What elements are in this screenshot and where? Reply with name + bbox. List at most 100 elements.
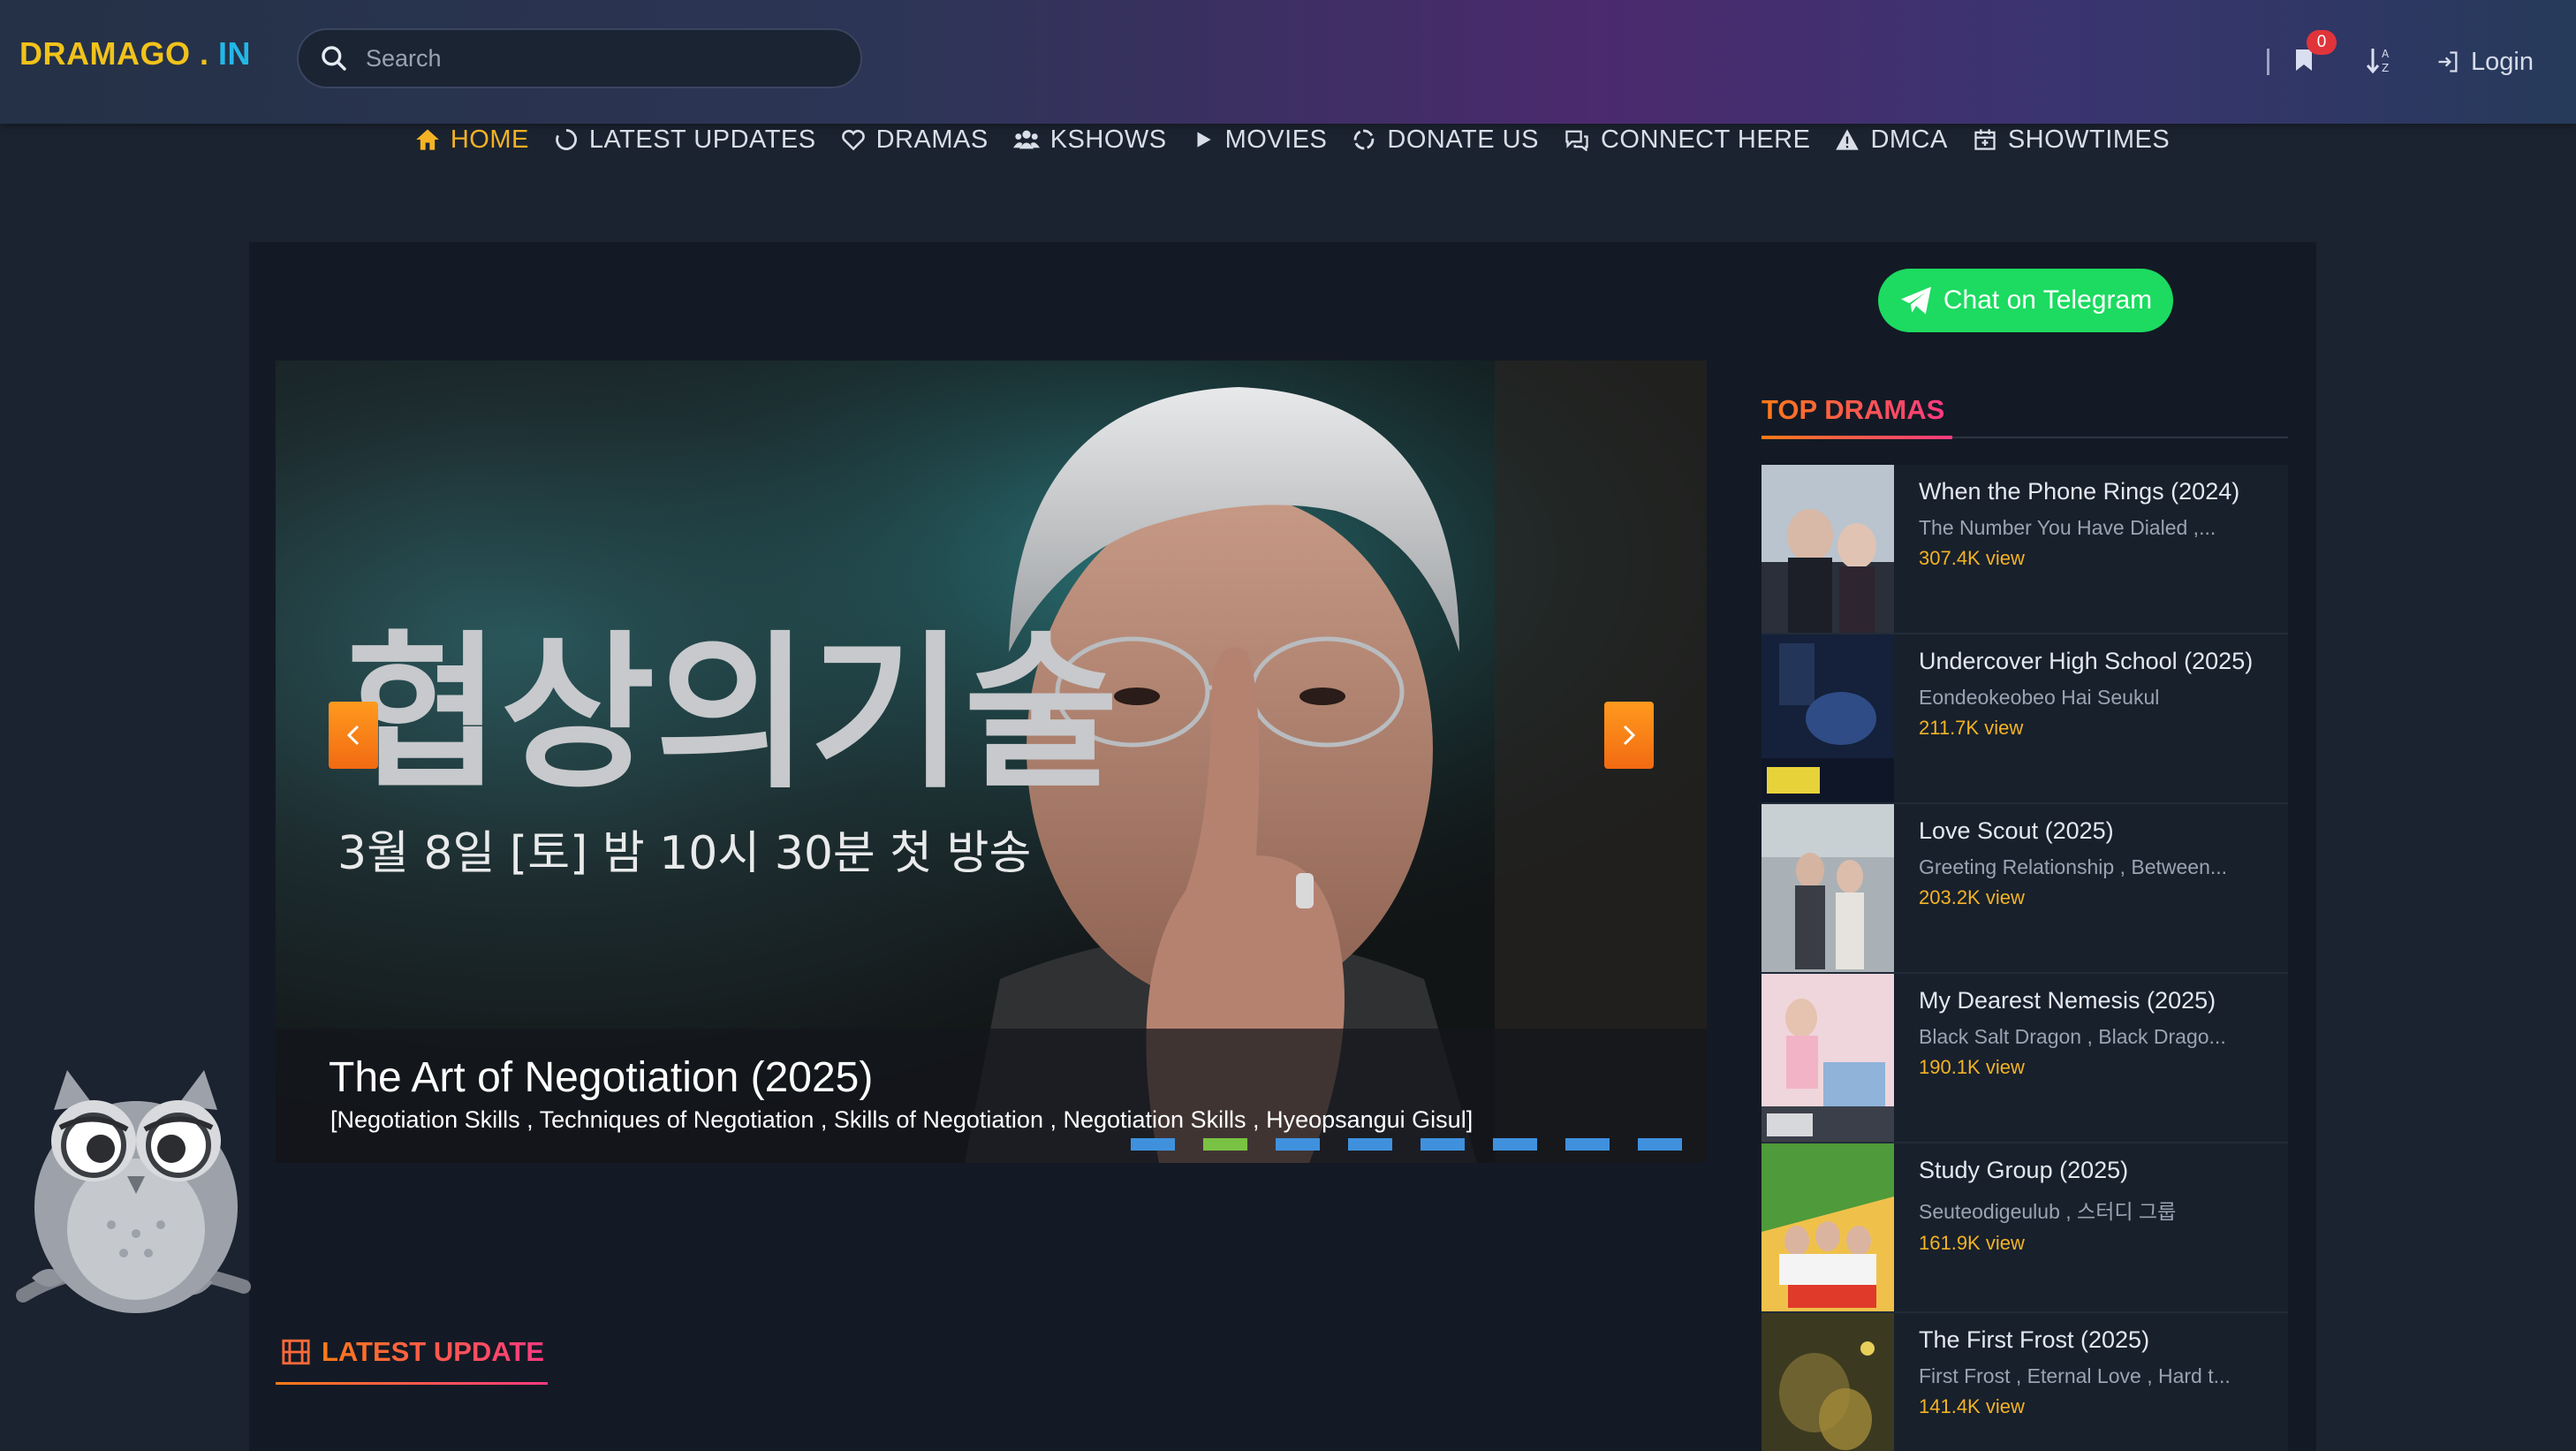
bookmark-button[interactable]: 0: [2294, 29, 2337, 77]
drama-title[interactable]: When the Phone Rings (2024): [1919, 474, 2272, 509]
poster-title-ko: 협상의기술: [346, 616, 1118, 811]
owl-mascot-image: [16, 1070, 251, 1313]
drama-view-count: 211.7K view: [1919, 717, 2024, 739]
search-input[interactable]: [366, 44, 860, 72]
header-divider: [2267, 49, 2270, 75]
top-drama-item[interactable]: Love Scout (2025) Greeting Relationship …: [1762, 804, 2288, 974]
featured-slider[interactable]: 협상의기술 3월 8일 [토] 밤 10시 30분 첫 방송 The Art o…: [276, 361, 1707, 1163]
nav-connect-here[interactable]: CONNECT HERE: [1564, 125, 1811, 155]
top-drama-item[interactable]: My Dearest Nemesis (2025) Black Salt Dra…: [1762, 974, 2288, 1143]
search-bar[interactable]: [297, 28, 862, 88]
latest-update-underline: [276, 1382, 548, 1385]
comments-icon: [1565, 130, 1588, 151]
heart-icon: [841, 129, 865, 151]
slide-title[interactable]: The Art of Negotiation (2025): [329, 1053, 873, 1102]
drama-poster-thumbnail[interactable]: [1762, 974, 1894, 1142]
top-dramas-underline: [1762, 436, 1952, 439]
nav-dmca[interactable]: DMCA: [1835, 125, 1947, 155]
drama-info: Love Scout (2025) Greeting Relationship …: [1919, 813, 2272, 909]
nav-showtimes[interactable]: SHOWTIMES: [1973, 125, 2170, 155]
slider-prev-button[interactable]: [329, 702, 378, 769]
drama-alt-titles: Eondeokeobeo Hai Seukul: [1919, 686, 2160, 709]
nav-dramas[interactable]: DRAMAS: [841, 125, 989, 155]
drama-title[interactable]: My Dearest Nemesis (2025): [1919, 983, 2272, 1018]
drama-view-count: 203.2K view: [1919, 886, 2025, 908]
drama-view-count: 190.1K view: [1919, 1056, 2025, 1078]
top-drama-item[interactable]: Study Group (2025) Seuteodigeulub , 스터디 …: [1762, 1143, 2288, 1313]
slider-dot[interactable]: [1276, 1138, 1320, 1151]
calendar-icon: [1974, 129, 1996, 150]
drama-info: Study Group (2025) Seuteodigeulub , 스터디 …: [1919, 1152, 2272, 1255]
drama-alt-titles: Black Salt Dragon , Black Drago...: [1919, 1025, 2226, 1048]
nav-donate-us[interactable]: DONATE US: [1352, 125, 1539, 155]
chevron-right-icon: [1623, 725, 1636, 746]
drama-alt-titles: Greeting Relationship , Between...: [1919, 855, 2228, 878]
drama-info: The First Frost (2025) First Frost , Ete…: [1919, 1322, 2272, 1418]
header-actions: 0 AZ Login: [2267, 29, 2576, 92]
svg-text:A: A: [2382, 48, 2390, 60]
chevron-left-icon: [346, 725, 360, 746]
home-icon: [415, 129, 439, 150]
telegram-icon: [1900, 286, 1931, 315]
drama-title[interactable]: Love Scout (2025): [1919, 813, 2272, 848]
slider-dot[interactable]: [1131, 1138, 1175, 1151]
drama-poster-thumbnail[interactable]: [1762, 804, 1894, 972]
main-nav: HOME LATEST UPDATES DRAMAS KSHOWS MOVIES…: [0, 124, 2576, 156]
top-dramas-heading: TOP DRAMAS: [1762, 394, 1944, 426]
login-button[interactable]: Login: [2436, 48, 2534, 77]
drama-view-count: 161.9K view: [1919, 1232, 2025, 1254]
slider-dot[interactable]: [1493, 1138, 1537, 1151]
slide-caption: The Art of Negotiation (2025) [Negotiati…: [276, 1029, 1707, 1163]
drama-view-count: 141.4K view: [1919, 1395, 2025, 1417]
drama-poster-thumbnail[interactable]: [1762, 634, 1894, 802]
svg-text:Z: Z: [2382, 62, 2389, 74]
play-icon: [1197, 132, 1211, 148]
drama-view-count: 307.4K view: [1919, 547, 2025, 569]
slider-dot-active[interactable]: [1203, 1138, 1247, 1151]
drama-poster-thumbnail[interactable]: [1762, 465, 1894, 633]
top-drama-item[interactable]: Undercover High School (2025) Eondeokeob…: [1762, 634, 2288, 804]
warning-icon: [1836, 129, 1860, 150]
logo-text-in: IN: [218, 35, 251, 72]
drama-alt-titles: First Frost , Eternal Love , Hard t...: [1919, 1364, 2231, 1387]
nav-movies[interactable]: MOVIES: [1192, 125, 1328, 155]
latest-update-heading: LATEST UPDATE: [281, 1336, 544, 1368]
spinner-icon: [555, 129, 577, 150]
logo-text-main: DRAMAGO: [19, 35, 191, 72]
drama-title[interactable]: The First Frost (2025): [1919, 1322, 2272, 1357]
slider-dot[interactable]: [1638, 1138, 1682, 1151]
drama-alt-titles: Seuteodigeulub , 스터디 그룹: [1919, 1200, 2177, 1223]
film-icon: [282, 1339, 310, 1365]
site-header: DRAMAGO . IN 0 AZ Login: [0, 0, 2576, 124]
slider-dots: [1131, 1138, 1682, 1151]
drama-info: Undercover High School (2025) Eondeokeob…: [1919, 643, 2272, 740]
slider-dot[interactable]: [1348, 1138, 1392, 1151]
sort-button[interactable]: AZ: [2366, 46, 2393, 79]
top-drama-item[interactable]: When the Phone Rings (2024) The Number Y…: [1762, 465, 2288, 634]
slider-next-button[interactable]: [1604, 702, 1654, 769]
telegram-chat-button[interactable]: Chat on Telegram: [1878, 269, 2173, 332]
poster-airdate-ko: 3월 8일 [토] 밤 10시 30분 첫 방송: [337, 827, 1031, 880]
login-icon: [2438, 51, 2458, 72]
drama-poster-thumbnail[interactable]: [1762, 1313, 1894, 1451]
slider-dot[interactable]: [1421, 1138, 1465, 1151]
nav-kshows[interactable]: KSHOWS: [1012, 125, 1167, 155]
refresh-icon: [1354, 129, 1375, 150]
drama-poster-thumbnail[interactable]: [1762, 1143, 1894, 1311]
drama-title[interactable]: Study Group (2025): [1919, 1152, 2272, 1188]
slide-alt-titles: [Negotiation Skills , Techniques of Nego…: [330, 1106, 1474, 1133]
slider-dot[interactable]: [1565, 1138, 1610, 1151]
nav-home[interactable]: HOME: [415, 125, 529, 155]
telegram-label: Chat on Telegram: [1943, 285, 2153, 315]
search-icon: [322, 46, 346, 71]
nav-latest-updates[interactable]: LATEST UPDATES: [554, 125, 816, 155]
sort-alpha-icon: AZ: [2366, 48, 2390, 74]
site-logo[interactable]: DRAMAGO . IN: [19, 35, 251, 72]
drama-info: My Dearest Nemesis (2025) Black Salt Dra…: [1919, 983, 2272, 1079]
users-icon: [1012, 130, 1040, 149]
top-drama-item[interactable]: The First Frost (2025) First Frost , Ete…: [1762, 1313, 2288, 1451]
drama-alt-titles: The Number You Have Dialed ,...: [1919, 516, 2216, 539]
top-dramas-list: When the Phone Rings (2024) The Number Y…: [1762, 465, 2288, 1451]
bookmark-count-badge: 0: [2307, 29, 2337, 55]
drama-title[interactable]: Undercover High School (2025): [1919, 643, 2272, 679]
